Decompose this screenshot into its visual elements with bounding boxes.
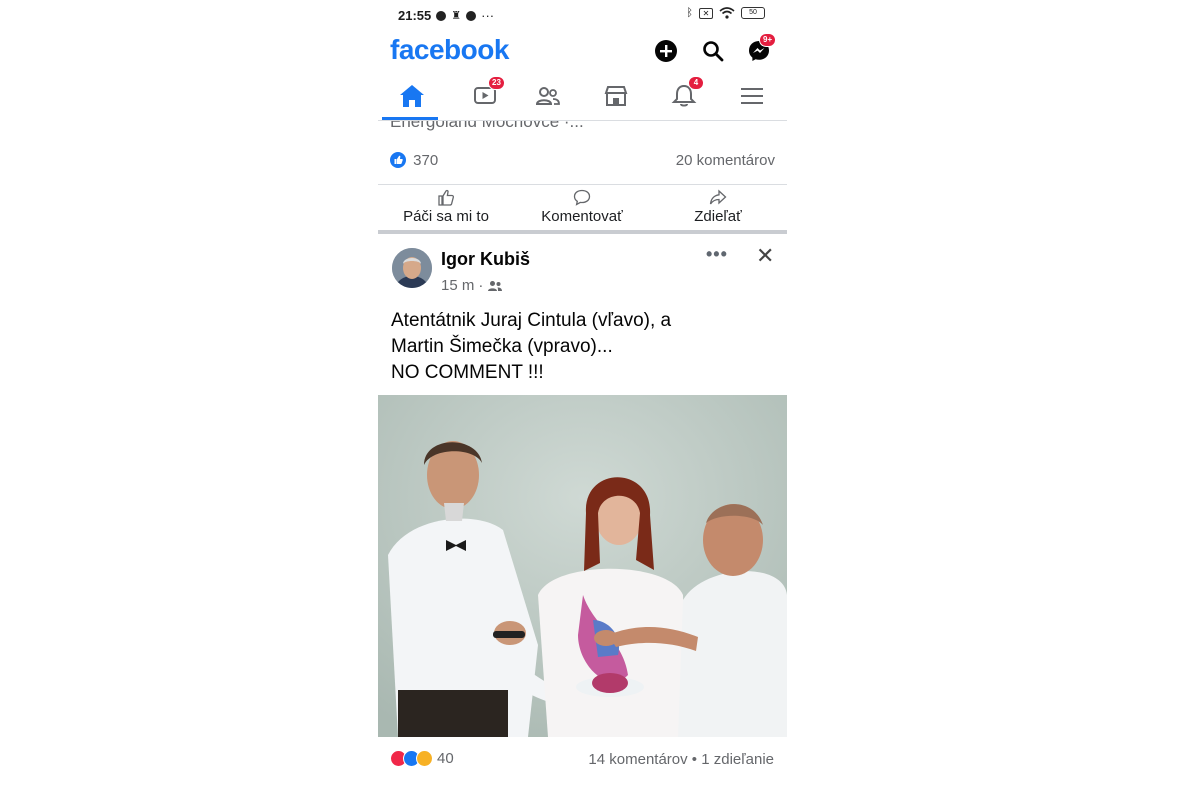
sim-icon: ✕ [699,7,713,19]
tab-home[interactable] [392,80,432,112]
share-label: Zdieľať [694,208,742,225]
notifications-badge: 4 [688,76,704,90]
hide-post-button[interactable]: ✕ [756,243,774,269]
previous-post-link-clip: Energoland Mochovce ·... [378,121,787,135]
previous-post-link[interactable]: Energoland Mochovce ·... [390,121,584,132]
facebook-logo[interactable]: facebook [390,34,509,66]
post-options-button[interactable]: ••• [706,244,728,265]
like-label: Páči sa mi to [403,208,489,225]
comment-button[interactable]: Komentovať [514,189,650,225]
post-author-name[interactable]: Igor Kubiš [441,249,530,270]
active-tab-indicator [382,117,438,120]
post-text-line: NO COMMENT !!! [391,362,544,383]
battery-icon: 50 [741,7,765,19]
post-text-line: Atentátnik Juraj Cintula (vľavo), a [391,310,672,331]
comment-label: Komentovať [541,208,623,225]
share-icon [709,189,727,205]
status-time: 21:55 [398,8,432,23]
bluetooth-icon: ᛒ [686,7,693,19]
post-time[interactable]: 15 m [441,277,474,294]
watch-badge: 23 [488,76,505,90]
messenger-status-icon [436,10,447,21]
comment-icon [573,189,591,206]
tab-menu[interactable] [732,80,772,112]
previous-post-stats: 370 20 komentárov [390,152,775,174]
post-comments-shares[interactable]: 14 komentárov • 1 zdieľanie [588,751,774,768]
menu-icon [741,88,763,104]
like-reaction-icon [390,152,406,168]
friends-audience-icon [488,280,503,291]
post-text-line: Martin Šimečka (vpravo)... [391,336,613,357]
home-icon [400,85,424,107]
friends-icon [535,87,560,105]
wifi-icon [719,7,735,19]
search-icon [703,41,724,62]
tab-marketplace[interactable] [596,80,636,112]
battery-level: 50 [749,9,757,16]
app-status-icon [466,10,477,21]
post-meta: 15 m · [441,277,503,294]
more-status-icon: ··· [481,8,495,23]
share-button[interactable]: Zdieľať [650,189,786,225]
tab-bar: 23 4 [378,72,787,121]
like-button[interactable]: Páči sa mi to [378,189,514,225]
app-header: facebook 9+ [378,30,787,72]
previous-post-comment-count[interactable]: 20 komentárov [676,152,775,169]
notification-status-icon: ♜ [451,10,462,22]
create-button[interactable] [654,39,678,63]
tab-notifications[interactable]: 4 [664,76,704,112]
thumbs-up-icon [438,189,455,206]
post-text: Atentátnik Juraj Cintula (vľavo), a Mart… [391,308,776,386]
messenger-badge: 9+ [759,33,777,47]
reaction-count: 40 [437,750,454,767]
messenger-button[interactable]: 9+ [747,33,777,63]
previous-post-like-count[interactable]: 370 [413,152,438,169]
plus-icon [655,40,677,62]
phone-screen: 21:55 ♜ ··· ᛒ ✕ 50 facebook 9+ 23 4 Ener… [378,0,787,795]
tab-friends[interactable] [528,80,568,112]
meta-separator: · [478,277,484,294]
search-button[interactable] [701,39,725,63]
post-photo[interactable] [378,395,787,737]
post-separator [378,230,787,234]
store-icon [604,86,628,106]
author-avatar[interactable] [392,248,432,288]
wow-reaction-icon [416,750,433,767]
post-reactions[interactable]: 40 [390,750,454,767]
status-bar: 21:55 ♜ ··· ᛒ ✕ 50 [378,0,787,30]
previous-post-actions: Páči sa mi to Komentovať Zdieľať [378,184,787,231]
tab-watch[interactable]: 23 [466,76,506,112]
